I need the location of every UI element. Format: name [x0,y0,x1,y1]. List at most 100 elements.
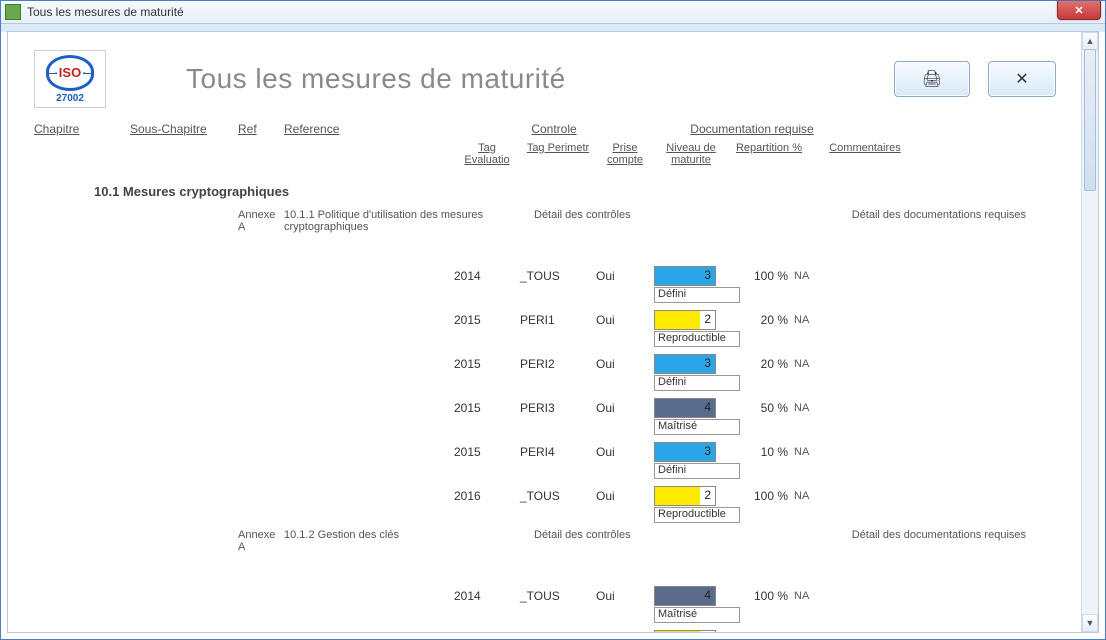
commentaire: NA [794,446,834,458]
tag-evaluation: 2015 [454,313,520,327]
maturity-bar: 3 [654,266,716,286]
maturity-bar: 2 [654,486,716,506]
close-button[interactable]: ✕ [988,61,1056,97]
maturity-value: 4 [704,588,711,602]
globe-icon: ISO [46,55,94,91]
commentaire: NA [794,270,834,282]
scroll-thumb[interactable] [1084,49,1096,191]
subcol-niveau: Niveau de maturite [654,142,728,166]
tag-perimetre: PERI4 [520,445,596,459]
vertical-scrollbar[interactable]: ▲ ▼ [1081,32,1098,632]
maturity-label-row: Reproductible [34,331,1056,349]
maturity-value: 2 [704,488,711,502]
annex-label: Annexe A [238,209,284,233]
maturity-value: 3 [704,356,711,370]
tag-evaluation: 2014 [454,269,520,283]
subcol-tag-peri: Tag Perimetr [520,142,596,166]
window-title: Tous les mesures de maturité [27,5,184,19]
maturity-bar: 3 [654,442,716,462]
subcol-commentaires: Commentaires [810,142,920,166]
maturity-value: 3 [704,444,711,458]
maturity-bar-cell: 2 [654,630,728,632]
prise-compte: Oui [596,269,654,283]
col-controle: Controle [454,122,654,136]
maturity-label: Défini [654,463,740,479]
app-icon [5,4,21,20]
body-panel: ▲ ▼ ISO 27002 Tous les mesures de maturi… [7,31,1099,633]
maturity-label-row: Défini [34,287,1056,305]
maturity-bar-cell: 2 [654,486,728,506]
tag-evaluation: 2015 [454,401,520,415]
window-close-button[interactable]: ✕ [1057,1,1101,20]
maturity-label-row: Reproductible [34,507,1056,525]
scroll-down-arrow-icon[interactable]: ▼ [1082,614,1098,632]
maturity-label-row: Défini [34,375,1056,393]
scroll-up-arrow-icon[interactable]: ▲ [1082,32,1098,50]
maturity-bar-fill [655,311,700,329]
commentaire: NA [794,490,834,502]
scroll-track[interactable] [1082,49,1098,615]
tag-evaluation: 2016 [454,489,520,503]
repartition-percent: 20 % [728,313,794,327]
maturity-label-row: Maîtrisé [34,419,1056,437]
maturity-label: Défini [654,287,740,303]
maturity-bar-fill [655,487,700,505]
print-button[interactable]: 🖨 [894,61,970,97]
data-row: 2016_TOUSOui2100 %NA [34,485,1056,507]
page-title: Tous les mesures de maturité [186,63,566,95]
prise-compte: Oui [596,589,654,603]
col-sous-chapitre: Sous-Chapitre [130,122,238,136]
maturity-bar: 4 [654,586,716,606]
col-documentation: Documentation requise [654,122,850,136]
col-chapitre: Chapitre [34,122,130,136]
data-row: 2015PERI3Oui450 %NA [34,397,1056,419]
maturity-label: Maîtrisé [654,607,740,623]
reference-text: 10.1.2 Gestion des clés [284,529,534,553]
maturity-value: 3 [704,268,711,282]
maturity-value: 2 [704,312,711,326]
maturity-bar: 2 [654,630,716,632]
maturity-bar-cell: 3 [654,266,728,286]
tag-perimetre: _TOUS [520,269,596,283]
prise-compte: Oui [596,401,654,415]
tag-evaluation: 2014 [454,589,520,603]
reference-text: 10.1.1 Politique d'utilisation des mesur… [284,209,534,233]
maturity-bar: 4 [654,398,716,418]
section-title: 10.1 Mesures cryptographiques [94,184,1056,199]
subcol-repartition: Repartition % [728,142,810,166]
iso-number: 27002 [56,93,84,104]
titlebar: Tous les mesures de maturité ✕ [1,1,1105,24]
annex-label: Annexe A [238,529,284,553]
maturity-bar-cell: 3 [654,354,728,374]
data-row: 2015PERI4Oui310 %NA [34,441,1056,463]
maturity-bar-cell: 4 [654,586,728,606]
tag-evaluation: 2015 [454,357,520,371]
documentation-detail-label: Détail des documentations requises [754,529,1056,553]
col-ref: Ref [238,122,284,136]
maturity-bar: 3 [654,354,716,374]
sub-column-headers: Tag Evaluatio Tag Perimetr Prise compte … [34,142,1056,166]
header: ISO 27002 Tous les mesures de maturité 🖨… [34,50,1056,108]
top-buttons: 🖨 ✕ [894,61,1056,97]
maturity-label-row: Défini [34,463,1056,481]
prise-compte: Oui [596,313,654,327]
data-row: 2015PERI2Oui320 %NA [34,353,1056,375]
commentaire: NA [794,358,834,370]
repartition-percent: 100 % [728,269,794,283]
controls-detail-label: Détail des contrôles [534,209,754,233]
printer-icon: 🖨 [922,69,942,89]
repartition-percent: 20 % [728,357,794,371]
app-window: Tous les mesures de maturité ✕ ▲ ▼ ISO 2… [0,0,1106,640]
groups-container: Annexe A10.1.1 Politique d'utilisation d… [34,209,1056,632]
column-headers: Chapitre Sous-Chapitre Ref Reference Con… [34,122,1056,136]
content-area: ISO 27002 Tous les mesures de maturité 🖨… [8,32,1082,632]
data-row: 2015PERI1Oui220 %NA [34,309,1056,331]
maturity-label: Reproductible [654,331,740,347]
data-row: 2014_TOUSOui4100 %NA [34,585,1056,607]
controls-detail-label: Détail des contrôles [534,529,754,553]
data-row: 2014_TOUSOui 3 100 %NA [34,265,1056,287]
close-icon: ✕ [1074,4,1083,17]
tag-perimetre: PERI3 [520,401,596,415]
repartition-percent: 100 % [728,589,794,603]
maturity-label-row: Maîtrisé [34,607,1056,625]
